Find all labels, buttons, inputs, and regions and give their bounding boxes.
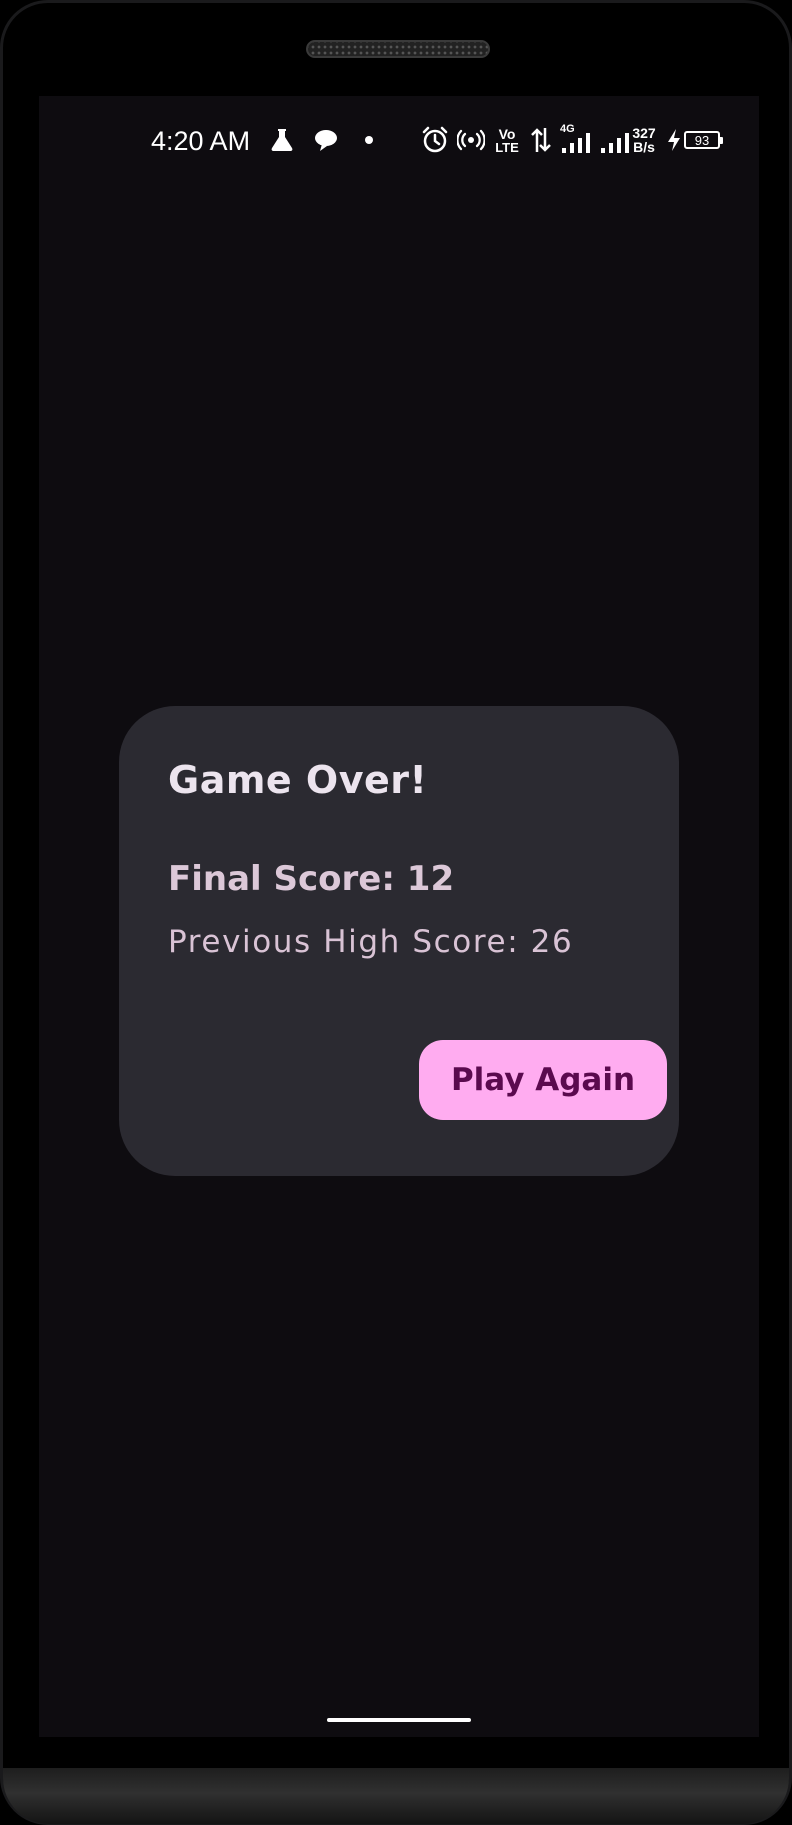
volte-bottom-label: LTE: [495, 139, 519, 155]
chat-bubble-icon: [311, 124, 341, 156]
phone-bottom-bezel: [3, 1768, 789, 1824]
alarm-icon: [420, 124, 450, 156]
game-over-dialog: Game Over! Final Score: 12 Previous High…: [119, 706, 679, 1176]
network-type-label: 4G: [560, 123, 575, 135]
status-time: 4:20 AM: [151, 126, 251, 156]
earpiece-speaker: [306, 40, 490, 58]
final-score: Final Score: 12: [168, 859, 455, 899]
volte-icon: Vo LTE: [492, 124, 522, 156]
previous-high-score: Previous High Score: 26: [168, 924, 574, 960]
battery-icon: 93: [684, 131, 723, 149]
volte-top-label: Vo: [498, 125, 516, 142]
play-again-button[interactable]: Play Again: [419, 1040, 667, 1120]
dot-icon: [362, 124, 376, 156]
phone-frame: 4:20 AM Vo LTE 4G 327 B/s 93 Game Over! …: [0, 0, 792, 1825]
status-bar: 4:20 AM Vo LTE 4G 327 B/s 93: [39, 116, 759, 164]
signal-icon: 4G: [558, 124, 598, 156]
charging-icon: [665, 124, 683, 156]
screen: 4:20 AM Vo LTE 4G 327 B/s 93 Game Over! …: [39, 96, 759, 1737]
gesture-nav-handle[interactable]: [327, 1718, 471, 1722]
flask-icon: [267, 124, 297, 156]
data-arrows-icon: [528, 124, 554, 156]
hotspot-icon: [456, 124, 486, 156]
dialog-title: Game Over!: [168, 758, 428, 802]
network-speed-value: 327: [632, 125, 656, 141]
network-speed-unit: B/s: [633, 139, 655, 155]
network-speed: 327 B/s: [627, 124, 661, 156]
